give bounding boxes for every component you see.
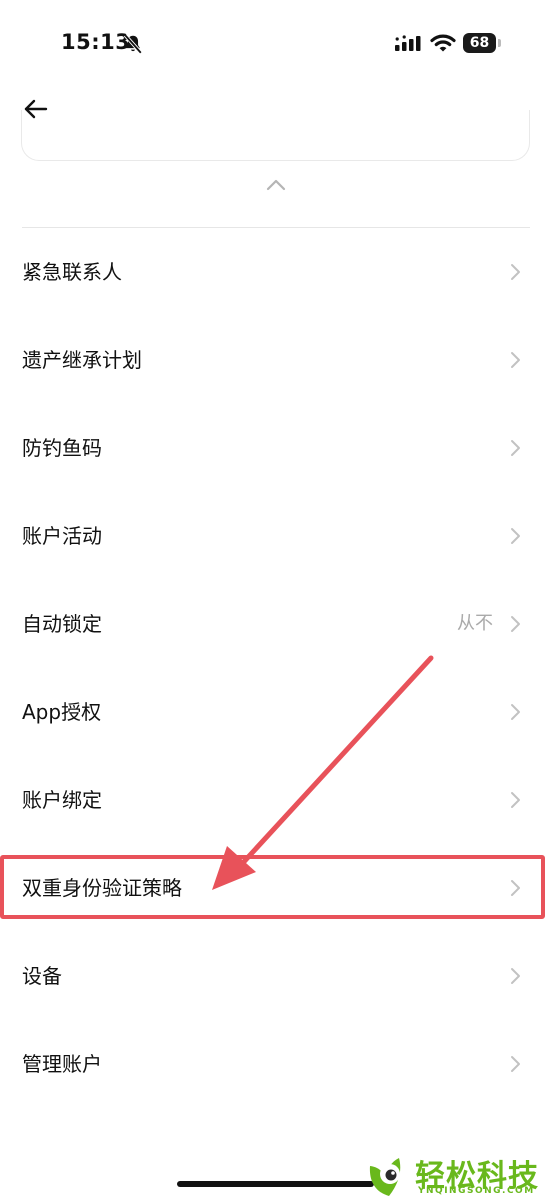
menu-item-label: 管理账户 [22,1052,102,1076]
chevron-right-icon [511,352,520,368]
status-bar: 15:13 68 [0,0,551,90]
auto-lock-value: 从不 [457,613,493,634]
menu-item-label: 账户绑定 [22,788,102,812]
chevron-right-icon [511,616,520,632]
battery-icon: 68 [463,33,503,54]
watermark-domain: YNQINGSONG.COM [418,1186,535,1196]
menu-item-label: 自动锁定 [22,612,102,636]
chevron-right-icon [511,968,520,984]
menu-item-devices[interactable]: 设备 [0,932,551,1020]
expanded-card [21,110,530,161]
chevron-right-icon [511,528,520,544]
watermark: 轻松科技 YNQINGSONG.COM [366,1150,551,1200]
menu-item-inheritance-plan[interactable]: 遗产继承计划 [0,316,551,404]
menu-item-label: 遗产继承计划 [22,348,142,372]
menu-item-label: 设备 [22,964,62,988]
chevron-right-icon [511,440,520,456]
wifi-icon [430,34,456,52]
menu-item-app-authorization[interactable]: App授权 [0,668,551,756]
bell-off-icon [123,34,143,54]
watermark-logo-icon [369,1158,401,1196]
menu-item-label: App授权 [22,700,102,724]
signal-icon [395,35,421,51]
status-time: 15:13 [61,30,131,54]
chevron-right-icon [511,704,520,720]
home-indicator [177,1181,374,1187]
chevron-up-icon[interactable] [263,176,289,194]
menu-item-manage-accounts[interactable]: 管理账户 [0,1020,551,1108]
chevron-right-icon [511,264,520,280]
menu-item-account-activity[interactable]: 账户活动 [0,492,551,580]
chevron-right-icon [511,792,520,808]
chevron-right-icon [511,1056,520,1072]
menu-item-2fa-policy[interactable]: 双重身份验证策略 [0,844,551,932]
chevron-right-icon [511,880,520,896]
menu-item-label: 防钓鱼码 [22,436,102,460]
menu-item-anti-phishing-code[interactable]: 防钓鱼码 [0,404,551,492]
battery-level: 68 [463,33,496,53]
menu-item-auto-lock[interactable]: 自动锁定 从不 [0,580,551,668]
menu-item-account-binding[interactable]: 账户绑定 [0,756,551,844]
menu-item-label: 紧急联系人 [22,260,122,284]
menu-item-label: 账户活动 [22,524,102,548]
menu-item-emergency-contacts[interactable]: 紧急联系人 [0,228,551,316]
battery-nub [498,39,501,47]
menu-item-label: 双重身份验证策略 [22,876,182,900]
